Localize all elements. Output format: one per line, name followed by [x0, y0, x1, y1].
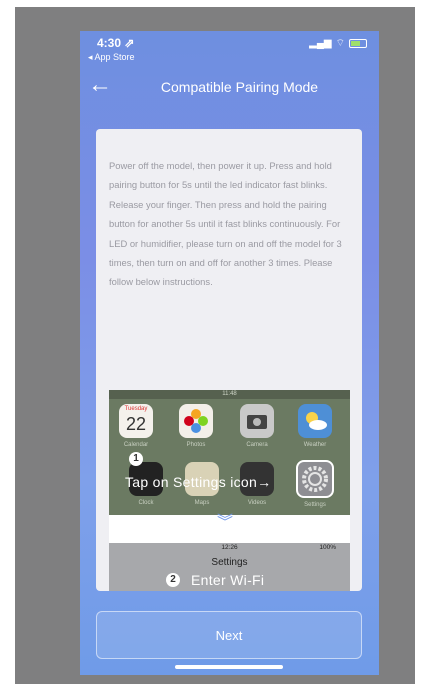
phone-screen: 4:30 ⇗ ◂ App Store ▂▄▆ ⌔ ← Compatible Pa…: [80, 31, 379, 675]
app-label-videos: Videos: [247, 500, 267, 506]
status-time: 4:30 ⇗: [97, 36, 135, 50]
camera-app-icon: Camera: [240, 404, 274, 448]
weather-app-icon: Weather: [298, 404, 332, 448]
illustration-battery-2: 100%: [319, 544, 336, 551]
home-screen-illustration: 11:48 Tuesday 22 Calendar Photos Camera …: [109, 390, 350, 515]
wifi-icon: ⌔: [335, 38, 345, 49]
settings-app-icon: Settings: [296, 460, 334, 508]
status-bar: 4:30 ⇗ ◂ App Store ▂▄▆ ⌔: [80, 31, 379, 63]
home-indicator[interactable]: [175, 665, 283, 669]
nav-header: ← Compatible Pairing Mode: [80, 71, 379, 103]
photos-icon: [184, 409, 208, 433]
guide-image: 11:48 Tuesday 22 Calendar Photos Camera …: [109, 390, 350, 591]
app-label-clock: Clock: [138, 500, 154, 506]
app-label-maps: Maps: [194, 500, 210, 506]
back-to-app-store-link[interactable]: ◂ App Store: [88, 52, 135, 63]
status-icons: ▂▄▆ ⌔: [309, 37, 367, 50]
page-title: Compatible Pairing Mode: [160, 79, 319, 95]
app-label-calendar: Calendar: [123, 442, 149, 448]
app-label-weather: Weather: [303, 442, 327, 448]
photos-app-icon: Photos: [179, 404, 213, 448]
calendar-app-icon: Tuesday 22 Calendar: [119, 404, 153, 448]
settings-screen-illustration: 12:26 100% Settings 2 Enter Wi-Fi: [109, 543, 350, 591]
illustration-status-bar-2: 12:26 100%: [109, 543, 350, 553]
instructions-card: Power off the model, then power it up. P…: [96, 129, 362, 591]
step-2-text: Enter Wi-Fi: [191, 572, 265, 588]
calendar-day: Tuesday: [124, 406, 148, 412]
chevron-down-icon: ︾: [217, 514, 234, 531]
illustration-status-bar: 11:48: [109, 390, 350, 399]
app-label-camera: Camera: [246, 442, 268, 448]
screenshot-frame: 4:30 ⇗ ◂ App Store ▂▄▆ ⌔ ← Compatible Pa…: [15, 7, 415, 684]
step-1-badge: 1: [129, 452, 143, 466]
step-divider: ︾: [109, 515, 350, 543]
gear-icon: [302, 466, 328, 492]
step-2-badge: 2: [166, 573, 180, 587]
signal-icon: ▂▄▆: [309, 38, 332, 49]
calendar-date: 22: [125, 414, 147, 434]
settings-title: Settings: [211, 557, 248, 568]
battery-icon: [349, 39, 367, 48]
app-label-photos: Photos: [186, 442, 206, 448]
app-label-settings: Settings: [304, 502, 326, 508]
camera-icon: [247, 415, 267, 429]
instructions-text: Power off the model, then power it up. P…: [109, 160, 342, 288]
illustration-time-2: 12:26: [221, 544, 238, 551]
weather-icon: [306, 412, 327, 430]
next-button[interactable]: Next: [96, 611, 362, 659]
step-1-text: Tap on Settings icon→: [125, 474, 272, 490]
